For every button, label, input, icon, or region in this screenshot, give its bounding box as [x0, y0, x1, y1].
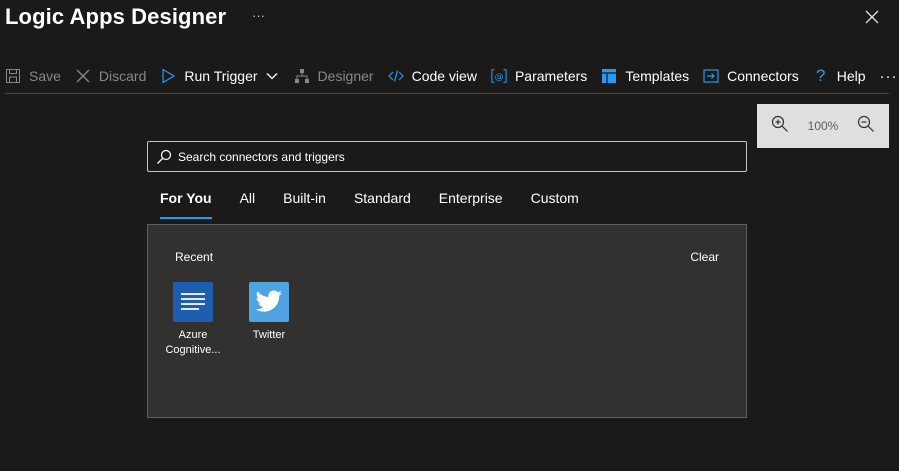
tab-for-you[interactable]: For You [160, 190, 212, 220]
recent-item-label-line2: Cognitive... [165, 344, 221, 356]
svg-text:@: @ [495, 73, 504, 83]
toolbar-divider [5, 93, 889, 94]
category-tabs: For You All Built-in Standard Enterprise… [160, 190, 607, 220]
connectors-label: Connectors [727, 68, 799, 84]
twitter-icon [249, 282, 289, 322]
tab-standard[interactable]: Standard [354, 190, 411, 220]
title-more-button[interactable]: ··· [252, 8, 265, 23]
help-label: Help [836, 68, 866, 84]
help-icon: ? [815, 66, 826, 85]
tab-built-in[interactable]: Built-in [283, 190, 326, 220]
parameters-label: Parameters [514, 68, 588, 84]
toolbar-more-button[interactable]: ··· [880, 61, 898, 91]
azure-cognitive-icon [173, 282, 213, 322]
connectors-icon [703, 68, 719, 84]
designer-button[interactable]: Designer [294, 61, 374, 91]
recent-item-label-line1: Azure [178, 329, 208, 341]
recent-item-label: Twitter [252, 329, 286, 341]
close-icon [865, 10, 879, 24]
tab-enterprise[interactable]: Enterprise [439, 190, 503, 220]
save-button[interactable]: Save [5, 61, 61, 91]
recent-panel: Recent Clear Azure Cognitive... Twitter [147, 224, 747, 418]
save-label: Save [29, 68, 61, 84]
recent-heading: Recent [175, 250, 214, 264]
tab-custom[interactable]: Custom [531, 190, 579, 220]
search-placeholder: Search connectors and triggers [178, 149, 345, 164]
designer-label: Designer [317, 68, 374, 84]
run-trigger-label: Run Trigger [184, 68, 258, 84]
run-trigger-button[interactable]: Run Trigger [160, 61, 279, 91]
templates-button[interactable]: Templates [601, 61, 689, 91]
templates-label: Templates [625, 68, 690, 84]
app-title: Logic Apps Designer [5, 4, 227, 29]
zoom-in-icon [771, 115, 788, 132]
search-icon [157, 149, 172, 164]
tab-all[interactable]: All [240, 190, 256, 220]
discard-label: Discard [98, 68, 147, 84]
search-input[interactable]: Search connectors and triggers [147, 141, 747, 172]
parameters-icon: @ [491, 68, 507, 84]
play-icon [160, 68, 176, 84]
zoom-out-icon [857, 115, 874, 132]
recent-item-twitter[interactable]: Twitter [229, 282, 309, 343]
chevron-down-icon [264, 68, 280, 84]
discard-button[interactable]: Discard [75, 61, 146, 91]
recent-item-label: Azure Cognitive... [153, 328, 233, 358]
recent-item-azure-cognitive[interactable]: Azure Cognitive... [153, 282, 233, 358]
zoom-in-button[interactable] [771, 115, 789, 138]
close-button[interactable] [862, 7, 882, 27]
connectors-button[interactable]: Connectors [703, 61, 799, 91]
zoom-control: 100% [757, 104, 889, 148]
clear-button[interactable]: Clear [690, 250, 719, 264]
code-icon [387, 68, 404, 84]
save-icon [5, 68, 21, 84]
toolbar: Save Discard Run Trigger Designer Code v… [5, 61, 897, 91]
parameters-button[interactable]: @ Parameters [491, 61, 587, 91]
designer-icon [294, 68, 310, 84]
code-view-label: Code view [411, 68, 477, 84]
code-view-button[interactable]: Code view [387, 61, 477, 91]
zoom-out-button[interactable] [857, 115, 875, 138]
help-button[interactable]: ? Help [813, 61, 866, 91]
templates-icon [601, 68, 617, 84]
zoom-level: 100% [807, 119, 839, 133]
discard-icon [75, 68, 91, 84]
